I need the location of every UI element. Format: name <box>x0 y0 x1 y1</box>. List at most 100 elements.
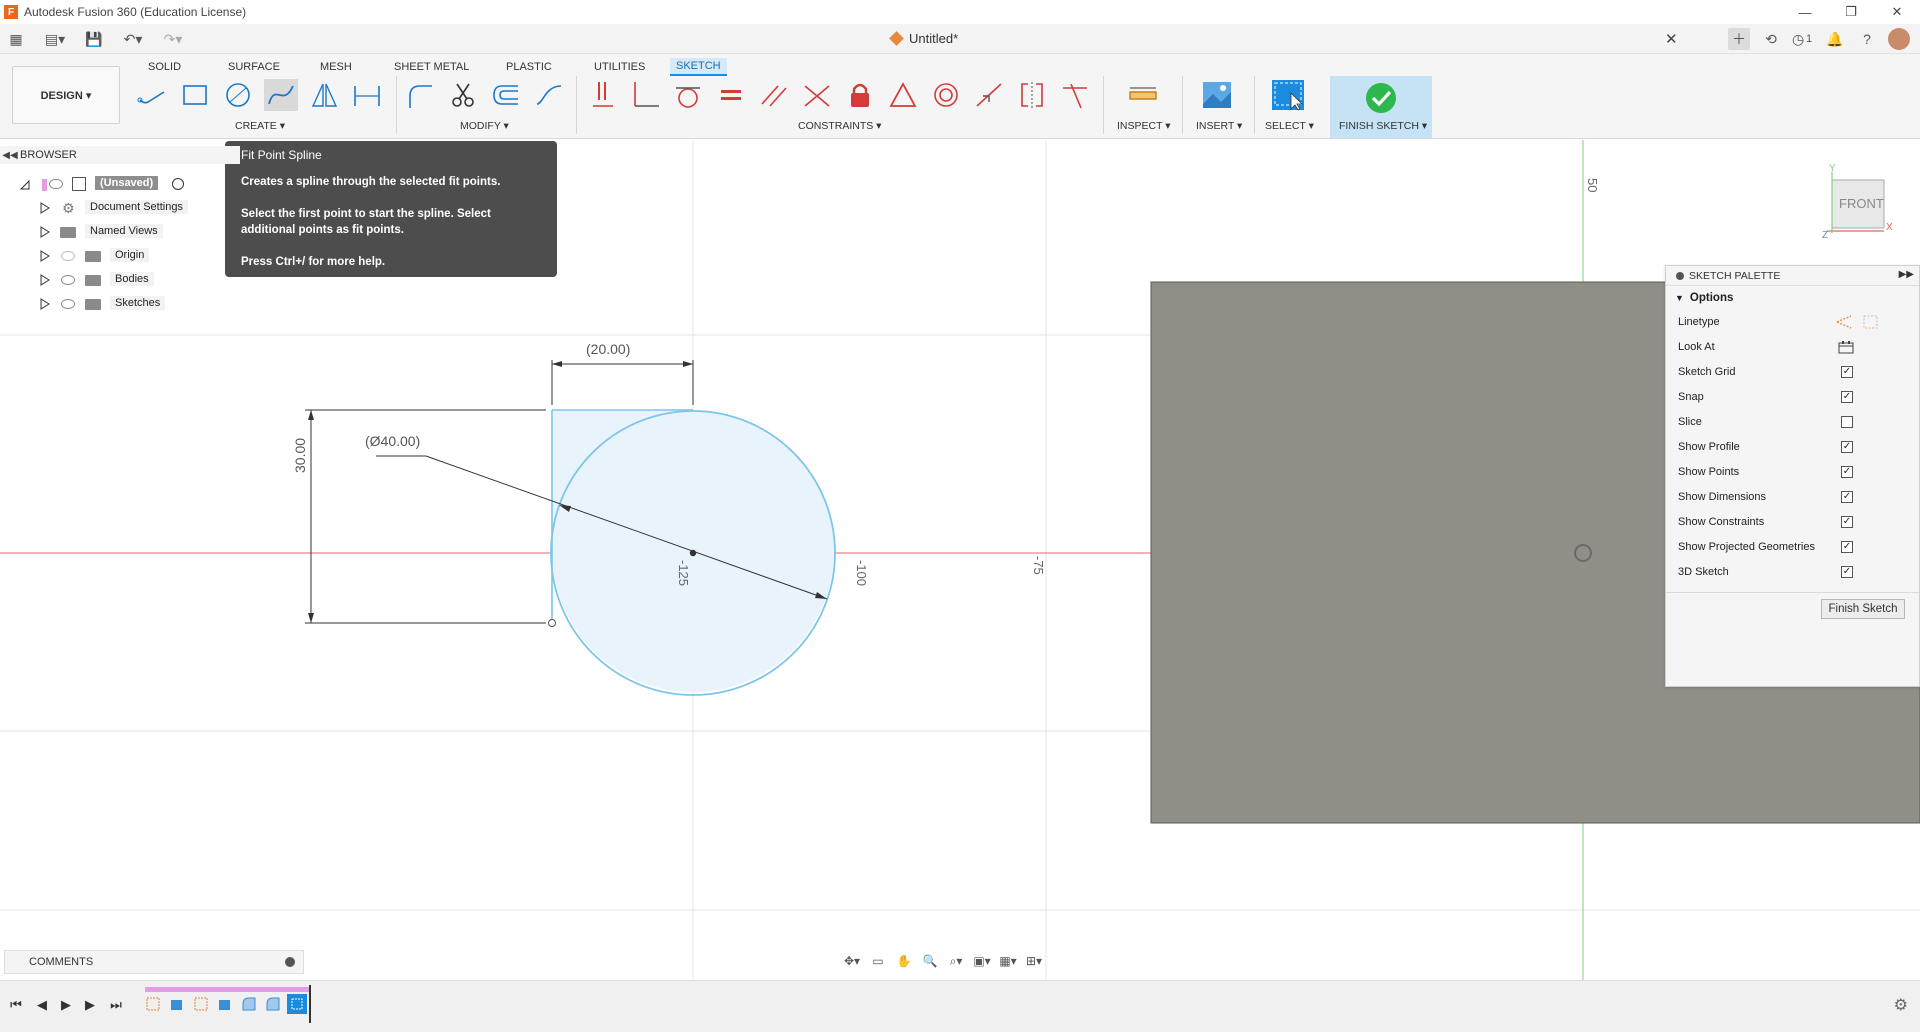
display-settings-icon[interactable]: ▣▾ <box>973 953 991 969</box>
timeline-track[interactable] <box>145 987 310 992</box>
trim-scissors-icon[interactable] <box>446 79 480 111</box>
comments-panel[interactable]: COMMENTS <box>4 950 304 974</box>
timeline-active-sketch-icon[interactable] <box>287 994 307 1014</box>
visibility-eye-icon[interactable] <box>61 299 75 309</box>
minimize-button[interactable]: — <box>1782 0 1828 24</box>
slice-checkbox[interactable] <box>1841 416 1853 428</box>
tab-plastic[interactable]: PLASTIC <box>500 58 558 76</box>
symmetry-constraint-icon[interactable] <box>1015 79 1049 111</box>
centerline-linetype-icon[interactable] <box>1862 314 1880 330</box>
timeline-sketch-icon[interactable] <box>143 994 163 1014</box>
show-profile-checkbox[interactable]: ✓ <box>1841 441 1853 453</box>
section-collapse-icon[interactable]: ▼ <box>1675 293 1684 303</box>
expand-triangle-icon[interactable] <box>40 298 50 310</box>
option-show-projected-geometries[interactable]: Show Projected Geometries ✓ <box>1666 537 1919 557</box>
orbit-icon[interactable]: ✥▾ <box>843 953 861 969</box>
timeline-marker[interactable] <box>309 985 311 1023</box>
pan-hand-icon[interactable]: ✋ <box>895 953 913 969</box>
expand-palette-icon[interactable]: ▶▶ <box>1899 269 1914 280</box>
visibility-eye-icon[interactable] <box>49 179 63 189</box>
viewports-icon[interactable]: ⊞▾ <box>1025 953 1043 969</box>
equal-constraint-icon[interactable] <box>714 79 748 111</box>
coincident-constraint-icon[interactable] <box>800 79 834 111</box>
construction-linetype-icon[interactable] <box>1835 314 1853 330</box>
timeline-settings-gear-icon[interactable]: ⚙ <box>1894 995 1908 1015</box>
option-slice[interactable]: Slice <box>1666 412 1919 432</box>
look-at-nav-icon[interactable]: ▭ <box>869 953 887 969</box>
step-forward-icon[interactable]: ▶ <box>80 995 100 1015</box>
workspace-switcher[interactable]: DESIGN ▾ <box>12 66 120 124</box>
expand-triangle-icon[interactable] <box>40 202 50 214</box>
redo-icon[interactable]: ↷▾ <box>158 29 188 49</box>
measure-ruler-icon[interactable] <box>1126 79 1160 111</box>
tab-surface[interactable]: SURFACE <box>222 58 286 76</box>
timeline-fillet-icon[interactable] <box>239 994 259 1014</box>
horizontal-vertical-constraint-icon[interactable] <box>586 79 620 111</box>
activate-radio-icon[interactable] <box>172 178 184 190</box>
timeline-extrude-icon[interactable] <box>215 994 235 1014</box>
option-3d-sketch[interactable]: 3D Sketch ✓ <box>1666 562 1919 582</box>
spline-tool-icon[interactable] <box>264 79 298 111</box>
option-show-dimensions[interactable]: Show Dimensions ✓ <box>1666 487 1919 507</box>
file-menu-icon[interactable]: ▤▾ <box>38 29 72 49</box>
undo-icon[interactable]: ↶▾ <box>118 29 148 49</box>
3d-sketch-checkbox[interactable]: ✓ <box>1841 566 1853 578</box>
modify-menu[interactable]: MODIFY ▾ <box>460 120 509 132</box>
extensions-icon[interactable]: ⟲ <box>1760 28 1782 50</box>
zoom-window-icon[interactable]: ⌕▾ <box>947 953 965 969</box>
notifications-bell-icon[interactable]: 🔔 <box>1824 28 1846 50</box>
midpoint-constraint-icon[interactable] <box>972 79 1006 111</box>
tab-sheet-metal[interactable]: SHEET METAL <box>388 58 475 76</box>
browser-item-named-views[interactable]: Named Views <box>0 222 240 242</box>
browser-item-sketches[interactable]: Sketches <box>0 294 240 314</box>
sketch-palette-header[interactable]: SKETCH PALETTE ▶▶ <box>1666 266 1919 286</box>
close-document-button[interactable]: ✕ <box>1665 30 1678 48</box>
select-menu[interactable]: SELECT ▾ <box>1265 120 1314 132</box>
grid-settings-icon[interactable]: ▦▾ <box>999 953 1017 969</box>
go-to-start-icon[interactable]: ⏮ <box>6 995 26 1015</box>
browser-item-bodies[interactable]: Bodies <box>0 270 240 290</box>
user-avatar[interactable] <box>1888 28 1910 50</box>
view-cube[interactable]: FRONT X Y Z <box>1822 163 1893 241</box>
browser-item-origin[interactable]: Origin <box>0 246 240 266</box>
rectangle-tool-icon[interactable] <box>178 79 212 111</box>
line-tool-icon[interactable] <box>135 79 169 111</box>
fillet-tool-icon[interactable] <box>403 79 437 111</box>
mirror-tool-icon[interactable] <box>307 79 341 111</box>
inspect-menu[interactable]: INSPECT ▾ <box>1117 120 1171 132</box>
job-status-icon[interactable]: ◷ 1 <box>1792 28 1814 50</box>
fix-lock-icon[interactable] <box>843 79 877 111</box>
tab-mesh[interactable]: MESH <box>314 58 358 76</box>
circle-tool-icon[interactable] <box>221 79 255 111</box>
show-points-checkbox[interactable]: ✓ <box>1841 466 1853 478</box>
play-icon[interactable]: ▶ <box>56 995 76 1015</box>
curvature-constraint-icon[interactable] <box>1058 79 1092 111</box>
snap-checkbox[interactable]: ✓ <box>1841 391 1853 403</box>
option-sketch-grid[interactable]: Sketch Grid ✓ <box>1666 362 1919 382</box>
finish-sketch-menu[interactable]: FINISH SKETCH ▾ <box>1339 120 1427 132</box>
offset-tool-icon[interactable] <box>489 79 523 111</box>
option-snap[interactable]: Snap ✓ <box>1666 387 1919 407</box>
document-tab[interactable]: Untitled* <box>889 31 958 46</box>
constraints-menu[interactable]: CONSTRAINTS ▾ <box>798 120 881 132</box>
browser-item-document-settings[interactable]: ⚙ Document Settings <box>0 198 240 218</box>
triangle-constraint-icon[interactable] <box>886 79 920 111</box>
tab-utilities[interactable]: UTILITIES <box>588 58 651 76</box>
collapse-browser-icon[interactable]: ◀◀ <box>0 150 20 161</box>
perpendicular-constraint-icon[interactable] <box>628 79 662 111</box>
parallel-constraint-icon[interactable] <box>757 79 791 111</box>
show-constraints-checkbox[interactable]: ✓ <box>1841 516 1853 528</box>
option-show-points[interactable]: Show Points ✓ <box>1666 462 1919 482</box>
hidden-eye-icon[interactable] <box>61 251 75 261</box>
options-section-header[interactable]: ▼ Options <box>1666 286 1919 310</box>
option-show-constraints[interactable]: Show Constraints ✓ <box>1666 512 1919 532</box>
tab-solid[interactable]: SOLID <box>142 58 187 76</box>
collapse-triangle-icon[interactable] <box>20 178 30 190</box>
browser-header[interactable]: ◀◀ BROWSER <box>0 146 240 164</box>
show-dimensions-checkbox[interactable]: ✓ <box>1841 491 1853 503</box>
save-icon[interactable]: 💾 <box>84 29 104 49</box>
data-panel-grid-icon[interactable]: ▦ <box>6 29 26 49</box>
tangent-constraint-icon[interactable] <box>671 79 705 111</box>
expand-triangle-icon[interactable] <box>40 274 50 286</box>
go-to-end-icon[interactable]: ⏭ <box>106 995 126 1015</box>
